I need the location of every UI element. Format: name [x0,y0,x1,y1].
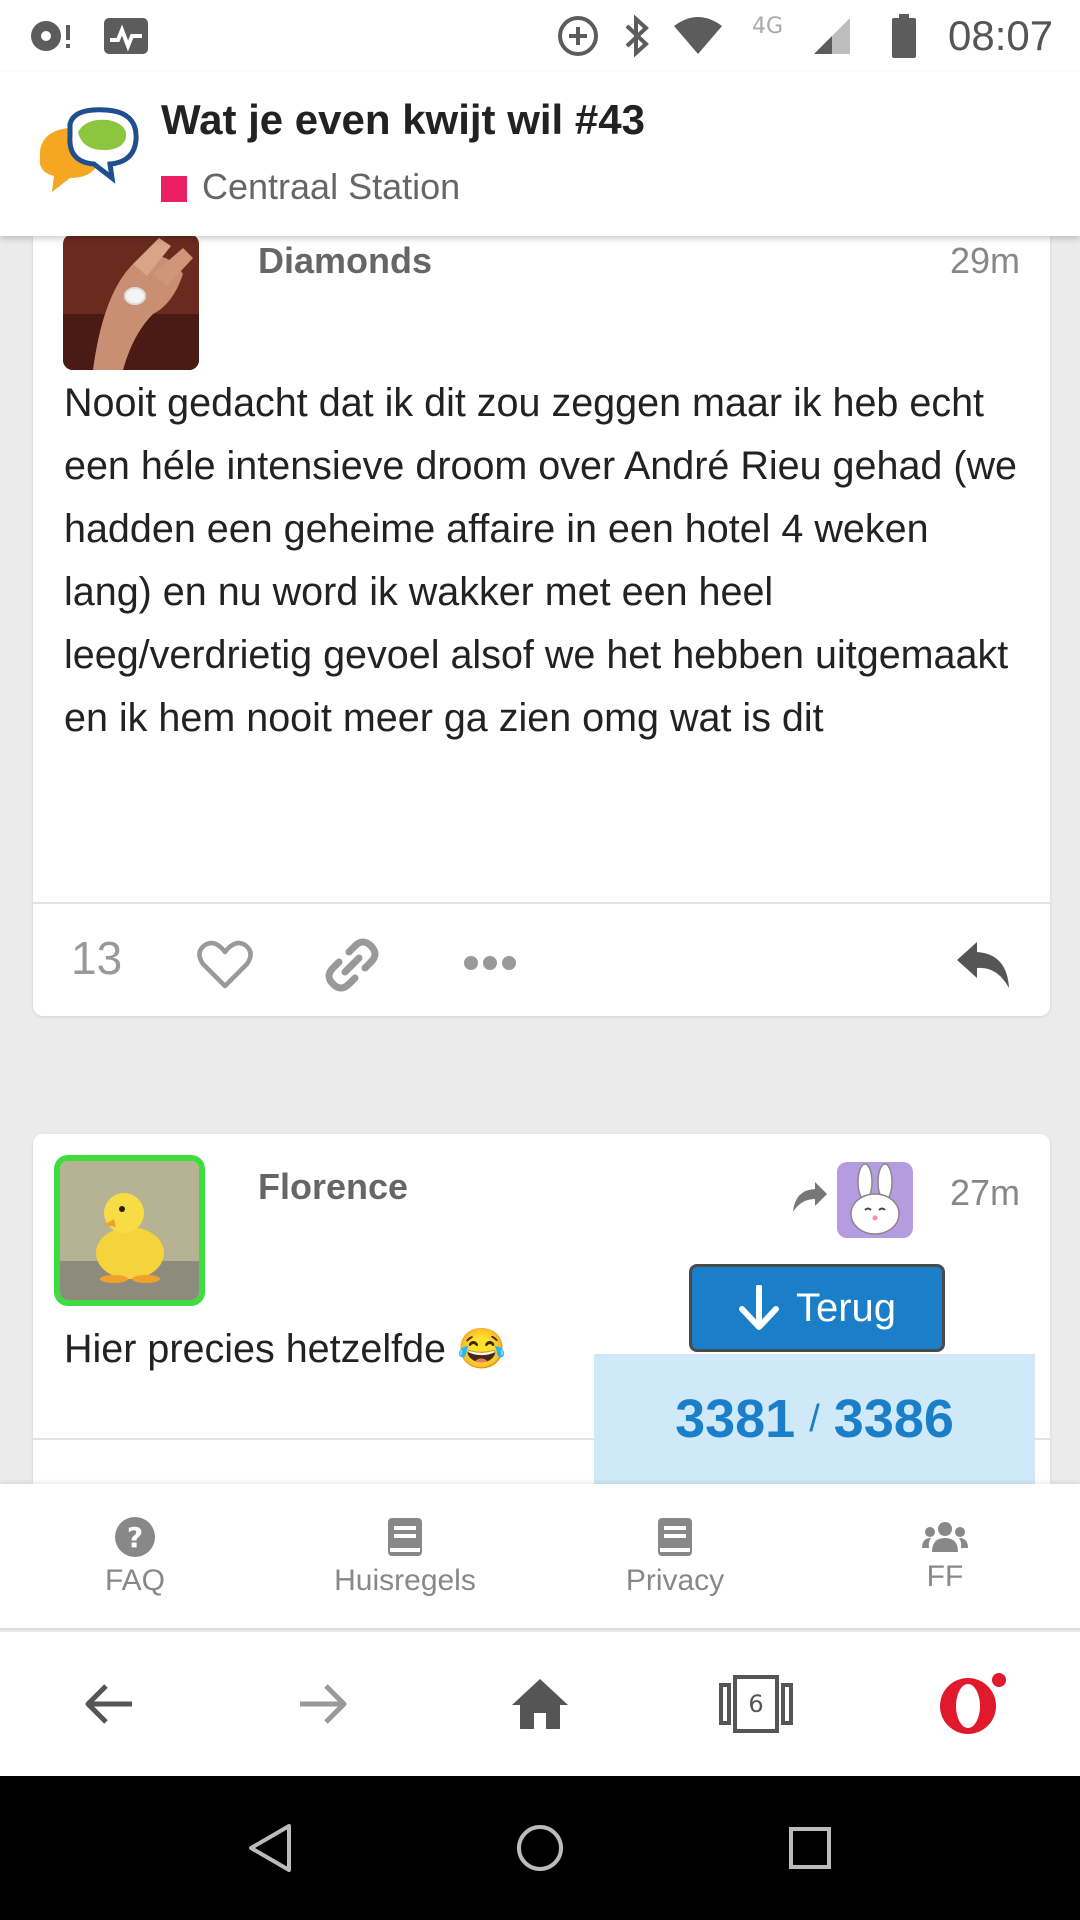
footer-item-faq[interactable]: ? FAQ [25,1484,245,1630]
browser-toolbar: 6 [0,1632,1080,1776]
users-icon [922,1522,968,1552]
bluetooth-icon [622,0,652,72]
question-icon: ? [115,1517,155,1557]
svg-text:?: ? [127,1521,143,1554]
signal-icon [812,0,852,72]
status-bar: 4G 08:07 [0,0,1080,72]
book-icon [388,1518,422,1556]
footer-item-label: Huisregels [334,1564,476,1597]
home-icon [512,1679,568,1729]
reply-icon[interactable] [955,940,1011,994]
footer-item-privacy[interactable]: Privacy [565,1484,785,1630]
circle-home-icon [517,1825,563,1871]
post: Diamonds 29m Nooit gedacht dat ik dit zo… [33,236,1050,1016]
browser-back-button[interactable] [38,1632,178,1776]
progress-separator: / [809,1397,820,1440]
post-time[interactable]: 29m [950,240,1020,282]
more-dots-icon[interactable] [463,952,517,978]
wifi-icon [672,0,724,72]
category-badge [161,176,187,202]
android-back-button[interactable] [210,1776,330,1920]
avatar-online[interactable] [54,1155,205,1306]
footer-nav: ? FAQ Huisregels Privacy FF [0,1484,1080,1630]
arrow-left-icon [85,1684,132,1724]
progress-total: 3386 [833,1389,954,1449]
post-body: Nooit gedacht dat ik dit zou zeggen maar… [64,381,1017,740]
footer-item-label: Privacy [625,1564,725,1597]
browser-tabs-button[interactable]: 6 [686,1632,826,1776]
opera-menu-button[interactable] [902,1632,1042,1776]
browser-home-button[interactable] [470,1632,610,1776]
footer-item-ff[interactable]: FF [835,1484,1055,1630]
triangle-back-icon [249,1824,291,1872]
topic-header: Wat je even kwijt wil #43 Centraal Stati… [0,72,1080,236]
battery-icon [890,0,918,72]
arrow-right-icon [300,1684,347,1724]
opera-logo-icon [940,1673,1006,1734]
tab-count: 6 [748,1690,764,1718]
data-saver-icon [556,0,600,72]
android-recents-button[interactable] [750,1776,870,1920]
footer-item-label: FAQ [104,1564,165,1597]
square-recents-icon [789,1827,831,1869]
browser-forward-button[interactable] [254,1632,394,1776]
reply-to-avatar[interactable] [837,1162,913,1238]
site-logo[interactable] [30,106,142,202]
android-home-button[interactable] [480,1776,600,1920]
android-nav-bar [0,1776,1080,1920]
post-divider [33,902,1050,904]
footer-item-label: FF [926,1560,964,1593]
arrow-down-icon [738,1285,779,1330]
link-icon[interactable] [325,938,379,996]
post-progress[interactable]: 3381 / 3386 [594,1354,1035,1484]
activity-icon [102,0,150,72]
username[interactable]: Florence [258,1166,408,1208]
network-type: 4G [752,13,784,39]
back-button-label: Terug [795,1285,897,1330]
back-button[interactable]: Terug [689,1264,945,1352]
book-icon [658,1518,692,1556]
topic-title[interactable]: Wat je even kwijt wil #43 [161,96,645,144]
reply-to-arrow-icon[interactable] [789,1180,829,1218]
like-heart-icon[interactable] [197,940,253,994]
category-name[interactable]: Centraal Station [202,166,460,208]
avatar[interactable] [63,236,199,370]
sync-icon [28,0,72,72]
footer-item-huisregels[interactable]: Huisregels [295,1484,515,1630]
username[interactable]: Diamonds [258,240,432,282]
post-time[interactable]: 27m [950,1172,1020,1214]
like-count[interactable]: 13 [71,931,122,985]
progress-current: 3381 [675,1389,796,1449]
clock: 08:07 [948,12,1054,59]
